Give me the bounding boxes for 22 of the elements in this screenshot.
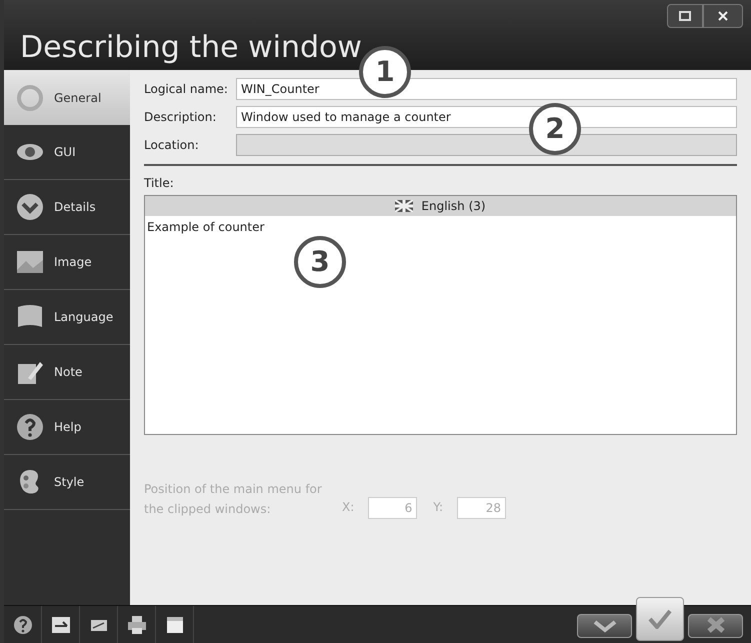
field-label: Description: [144,109,218,126]
title-label: Title: [144,175,175,192]
x-label: X: [342,499,354,516]
window-title: Describing the window [20,28,362,66]
chevron-icon [16,193,44,221]
close-button[interactable] [703,4,743,28]
y-label: Y: [433,499,444,516]
sidebar-tab[interactable]: General [4,70,130,125]
title-text: Example of counter [146,219,266,236]
close-icon [718,11,728,21]
image-icon [16,248,44,276]
field-label: Logical name: [144,81,229,98]
field-label: Location: [144,137,200,154]
flag-icon [395,200,414,212]
language-header: English (3) [145,196,736,216]
position-label: Position of the main menu for the clipped windows: [144,481,323,518]
ring-icon [16,84,44,112]
cancel-button[interactable] [688,614,743,638]
help-icon [16,413,44,441]
ok-button[interactable] [636,597,684,641]
maximize-button[interactable] [667,4,703,28]
collapse-button[interactable] [577,614,632,638]
